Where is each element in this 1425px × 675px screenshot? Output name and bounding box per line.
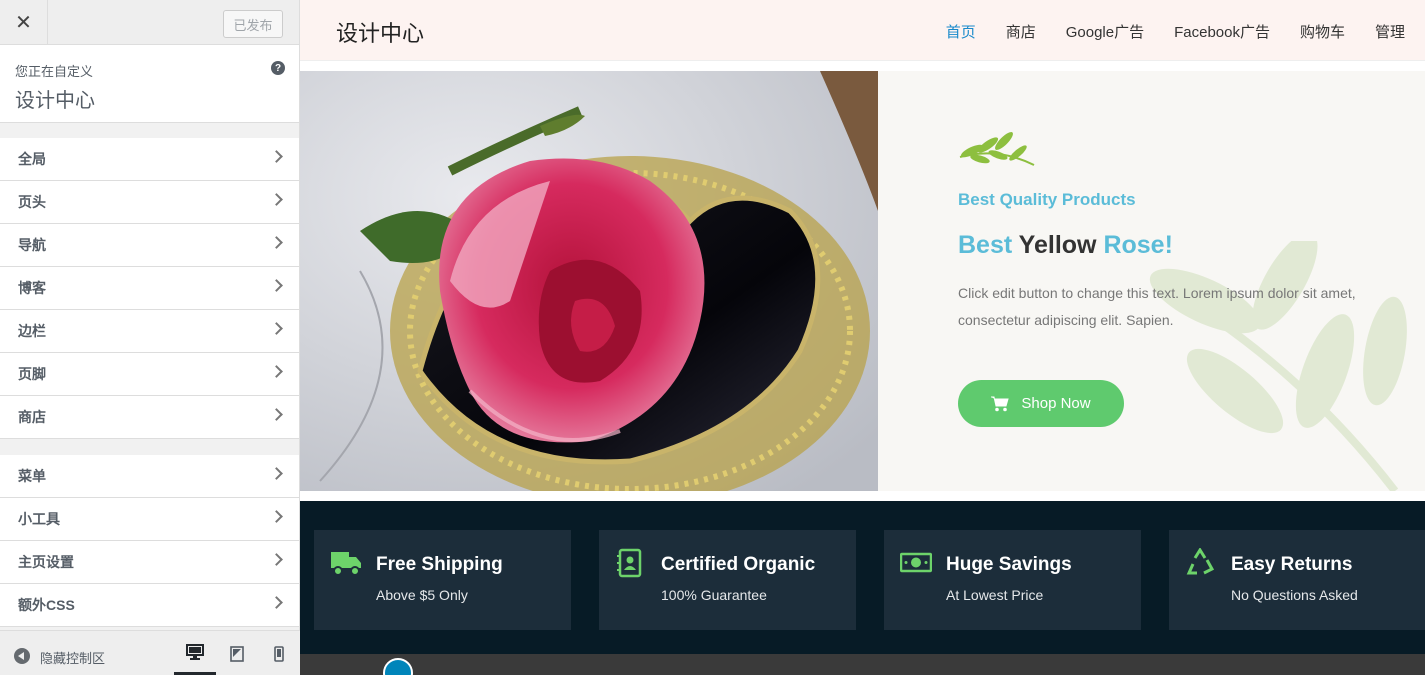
chevron-right-icon — [270, 596, 283, 609]
help-icon[interactable]: ? — [271, 61, 285, 75]
feature-title: Huge Savings — [946, 554, 1072, 575]
shop-now-button[interactable]: Shop Now — [958, 380, 1124, 427]
panel-label: 页脚 — [18, 366, 46, 382]
feature-title: Certified Organic — [661, 554, 816, 575]
panel-label: 商店 — [18, 409, 46, 425]
panel-label: 边栏 — [18, 323, 46, 339]
panel-footer[interactable]: 页脚 — [0, 353, 299, 396]
chevron-right-icon — [270, 193, 283, 206]
panel-sidebar[interactable]: 边栏 — [0, 310, 299, 353]
panel-shop[interactable]: 商店 — [0, 396, 299, 439]
sidebar-footer: 隐藏控制区 — [0, 630, 300, 675]
panel-header[interactable]: 页头 — [0, 181, 299, 224]
sidebar-header: ✕ 已发布 — [0, 0, 299, 45]
panel-label: 额外CSS — [18, 597, 75, 613]
feature-subtitle: No Questions Asked — [1231, 587, 1358, 603]
money-bill-icon — [900, 552, 932, 573]
panel-label: 导航 — [18, 237, 46, 253]
chevron-right-icon — [270, 467, 283, 480]
feature-card: Certified Organic 100% Guarantee — [599, 530, 856, 630]
panel-label: 博客 — [18, 280, 46, 296]
certificate-icon — [617, 548, 642, 578]
feature-title: Easy Returns — [1231, 554, 1353, 575]
main-nav: 首页 商店 Google广告 Facebook广告 购物车 管理 — [946, 21, 1405, 42]
nav-item-google-ads[interactable]: Google广告 — [1066, 21, 1144, 42]
customizing-site-name: 设计中心 — [15, 90, 95, 112]
customizer-sidebar: ✕ 已发布 您正在自定义 设计中心 ? 全局 页头 导航 博客 边栏 页脚 商店… — [0, 0, 300, 675]
chevron-right-icon — [270, 365, 283, 378]
panel-label: 主页设置 — [18, 554, 74, 570]
hero-section: Best Quality Products Best Yellow Rose! … — [300, 71, 1425, 491]
customizing-info: 您正在自定义 设计中心 ? — [0, 45, 299, 123]
feature-card: Huge Savings At Lowest Price — [884, 530, 1141, 630]
chevron-right-icon — [270, 322, 283, 335]
leaf-branch-icon — [959, 132, 1035, 166]
recycle-icon — [1186, 548, 1215, 575]
collapse-icon[interactable] — [14, 648, 30, 664]
chevron-right-icon — [270, 408, 283, 421]
hero-description: Click edit button to change this text. L… — [958, 285, 1356, 328]
publish-button[interactable]: 已发布 — [223, 10, 283, 38]
chevron-right-icon — [270, 510, 283, 523]
headline-part: Rose! — [1103, 231, 1173, 259]
chevron-right-icon — [270, 150, 283, 163]
nav-item-shop[interactable]: 商店 — [1006, 21, 1036, 42]
shop-now-label: Shop Now — [1021, 395, 1091, 412]
feature-subtitle: 100% Guarantee — [661, 587, 767, 603]
collapse-label[interactable]: 隐藏控制区 — [40, 648, 105, 667]
panel-additional-css[interactable]: 额外CSS — [0, 584, 299, 627]
panel-label: 全局 — [18, 151, 46, 167]
site-preview: 设计中心 首页 商店 Google广告 Facebook广告 购物车 管理 Be… — [300, 0, 1425, 675]
feature-subtitle: Above $5 Only — [376, 587, 468, 603]
nav-item-facebook-ads[interactable]: Facebook广告 — [1174, 21, 1270, 42]
panel-blog[interactable]: 博客 — [0, 267, 299, 310]
panel-list-secondary: 菜单 小工具 主页设置 额外CSS — [0, 455, 299, 627]
nav-item-home[interactable]: 首页 — [946, 21, 976, 42]
panel-global[interactable]: 全局 — [0, 138, 299, 181]
footer-bar — [300, 654, 1425, 675]
nav-item-admin[interactable]: 管理 — [1375, 21, 1405, 42]
panel-widgets[interactable]: 小工具 — [0, 498, 299, 541]
chevron-right-icon — [270, 553, 283, 566]
feature-card: Free Shipping Above $5 Only — [314, 530, 571, 630]
hero-tagline: Best Quality Products — [958, 190, 1136, 209]
panel-homepage-settings[interactable]: 主页设置 — [0, 541, 299, 584]
feature-title: Free Shipping — [376, 554, 503, 575]
features-strip: Free Shipping Above $5 Only Certified Or… — [300, 501, 1425, 654]
customizing-label: 您正在自定义 — [15, 64, 94, 79]
panel-list: 全局 页头 导航 博客 边栏 页脚 商店 — [0, 138, 299, 439]
panel-navigation[interactable]: 导航 — [0, 224, 299, 267]
site-header: 设计中心 首页 商店 Google广告 Facebook广告 购物车 管理 — [300, 0, 1425, 61]
panel-label: 小工具 — [18, 511, 60, 527]
chevron-right-icon — [270, 279, 283, 292]
hero-headline: Best Yellow Rose! — [958, 231, 1398, 260]
feature-subtitle: At Lowest Price — [946, 587, 1044, 603]
panel-menus[interactable]: 菜单 — [0, 455, 299, 498]
panel-label: 页头 — [18, 194, 46, 210]
site-title[interactable]: 设计中心 — [336, 16, 424, 48]
desktop-preview-icon[interactable] — [174, 631, 216, 675]
headline-part: Yellow — [1012, 231, 1104, 259]
truck-icon — [331, 552, 361, 576]
mobile-preview-icon[interactable] — [258, 631, 300, 675]
hero-content: Best Quality Products Best Yellow Rose! … — [958, 131, 1398, 427]
cart-icon — [991, 396, 1010, 411]
nav-item-cart[interactable]: 购物车 — [1300, 21, 1345, 42]
tablet-preview-icon[interactable] — [216, 631, 258, 675]
hero-image — [300, 71, 878, 491]
chevron-right-icon — [270, 236, 283, 249]
close-icon[interactable]: ✕ — [0, 0, 48, 45]
headline-part: Best — [958, 231, 1013, 259]
feature-card: Easy Returns No Questions Asked — [1169, 530, 1425, 630]
panel-label: 菜单 — [18, 468, 46, 484]
